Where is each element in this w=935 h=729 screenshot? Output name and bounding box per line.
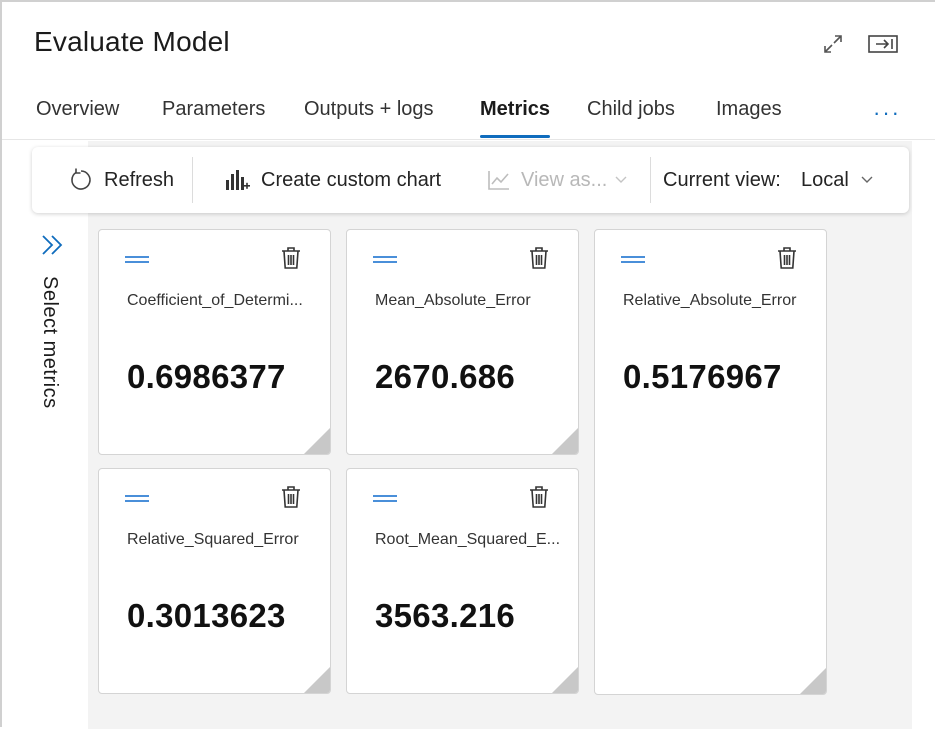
drag-handle-icon[interactable] [125, 495, 149, 503]
chevron-down-icon [861, 176, 873, 184]
metric-name: Relative_Squared_Error [127, 531, 299, 548]
drag-handle-icon[interactable] [373, 256, 397, 264]
metric-name: Root_Mean_Squared_E... [375, 531, 561, 548]
current-view-dropdown[interactable]: Local [801, 147, 873, 213]
metric-card: Coefficient_of_Determi... 0.6986377 [98, 229, 331, 455]
tab-child-jobs[interactable]: Child jobs [587, 98, 675, 138]
select-metrics-panel-toggle[interactable]: Select metrics [32, 230, 76, 430]
dock-panel-icon[interactable] [867, 28, 899, 60]
refresh-icon [68, 167, 94, 193]
panel-title: Evaluate Model [34, 26, 230, 57]
delete-icon[interactable] [528, 485, 550, 514]
metric-value: 0.6986377 [127, 358, 286, 395]
resize-handle[interactable] [304, 667, 330, 693]
toolbar-divider [192, 157, 193, 203]
tab-images[interactable]: Images [716, 98, 782, 138]
tab-outputs-logs[interactable]: Outputs + logs [304, 98, 434, 138]
refresh-label: Refresh [104, 168, 175, 191]
refresh-button[interactable]: Refresh [68, 147, 174, 213]
metric-value: 0.5176967 [623, 358, 782, 395]
current-view-value: Local [801, 168, 849, 191]
title-actions [817, 28, 899, 60]
metric-name: Coefficient_of_Determi... [127, 292, 303, 309]
view-as-dropdown[interactable]: View as... [487, 147, 627, 213]
tab-bar: Overview Parameters Outputs + logs Metri… [2, 86, 935, 140]
chevron-down-icon [615, 176, 627, 184]
resize-handle[interactable] [552, 428, 578, 454]
metric-name: Relative_Absolute_Error [623, 292, 797, 309]
evaluate-model-panel: Evaluate Model Overview Parameters Outpu… [0, 0, 935, 729]
metric-card: Mean_Absolute_Error 2670.686 [346, 229, 579, 455]
delete-icon[interactable] [776, 246, 798, 275]
metric-value: 2670.686 [375, 358, 516, 395]
tab-metrics[interactable]: Metrics [480, 98, 551, 138]
metric-value: 3563.216 [375, 597, 516, 634]
line-chart-icon [487, 169, 511, 191]
select-metrics-label[interactable]: Select metrics [38, 276, 61, 409]
delete-icon[interactable] [280, 485, 302, 514]
metrics-toolbar: Refresh Create custom chart View as... C… [32, 147, 909, 213]
toolbar-divider [650, 157, 651, 203]
current-view-label: Current view: [663, 168, 781, 191]
resize-handle[interactable] [304, 428, 330, 454]
metric-card: Root_Mean_Squared_E... 3563.216 [346, 468, 579, 694]
metric-value: 0.3013623 [127, 597, 286, 634]
drag-handle-icon[interactable] [373, 495, 397, 503]
create-custom-chart-label: Create custom chart [261, 168, 442, 191]
drag-handle-icon[interactable] [621, 256, 645, 264]
metric-name: Mean_Absolute_Error [375, 292, 531, 309]
metric-card: Relative_Absolute_Error 0.5176967 [594, 229, 827, 695]
metric-card: Relative_Squared_Error 0.3013623 [98, 468, 331, 694]
more-tabs-button[interactable]: ··· [873, 100, 901, 126]
drag-handle-icon[interactable] [125, 256, 149, 264]
delete-icon[interactable] [528, 246, 550, 275]
tab-parameters[interactable]: Parameters [162, 98, 265, 138]
create-custom-chart-button[interactable]: Create custom chart [225, 147, 441, 213]
resize-handle[interactable] [552, 667, 578, 693]
bar-chart-add-icon [225, 168, 251, 192]
view-as-label: View as... [521, 168, 608, 191]
delete-icon[interactable] [280, 246, 302, 275]
tab-overview[interactable]: Overview [36, 98, 119, 138]
double-chevron-right-icon[interactable] [40, 234, 66, 261]
expand-icon[interactable] [817, 28, 849, 60]
resize-handle[interactable] [800, 668, 826, 694]
